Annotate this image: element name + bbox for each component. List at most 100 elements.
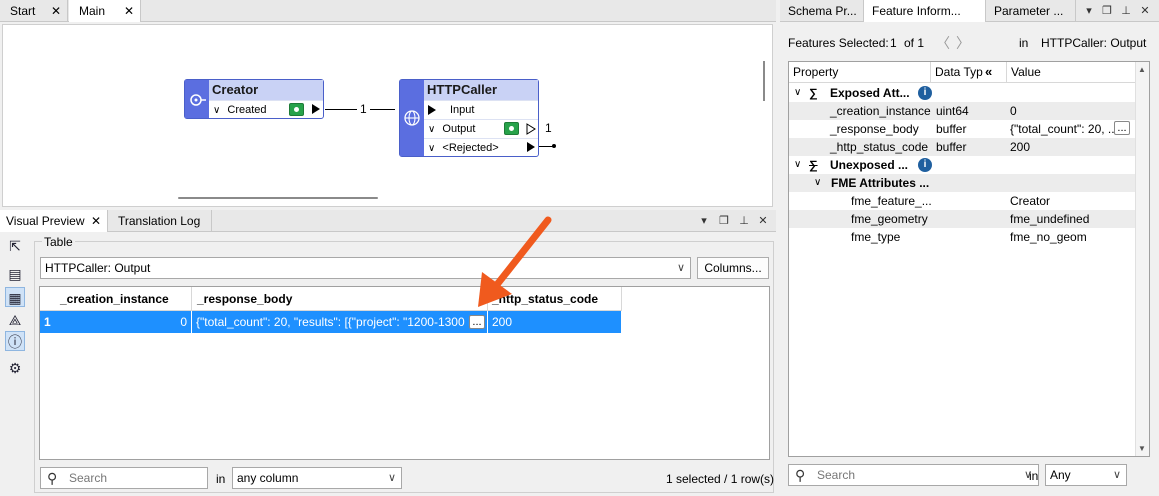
select-pointer-icon[interactable]: ⇱	[5, 235, 25, 255]
feature-filter-select[interactable]: Any ∨	[1045, 464, 1127, 486]
info-icon[interactable]: i	[918, 158, 932, 172]
columns-button[interactable]: Columns...	[697, 257, 769, 279]
eye-icon[interactable]	[289, 103, 304, 116]
tree-row-unexposed[interactable]: ∨ ∑ Unexposed ... i	[789, 156, 1135, 174]
canvas-vertical-scrollbar[interactable]	[763, 61, 765, 101]
tree-row-attribute[interactable]: _response_body buffer {"total_count": 20…	[789, 120, 1135, 138]
scroll-up-icon[interactable]: ▲	[1138, 65, 1146, 74]
tab-schema-preview[interactable]: Schema Pr...	[780, 0, 864, 22]
chevron-down-icon[interactable]: ▾	[1082, 3, 1096, 19]
chevron-down-icon[interactable]: ∨	[814, 174, 821, 192]
expand-value-button[interactable]: ...	[1114, 121, 1130, 135]
feature-search-input[interactable]: ⚲ Search ∨	[788, 464, 1039, 486]
annotation-arrow-icon	[478, 216, 552, 307]
preview-tabbar: Visual Preview ✕ Translation Log ▾ ❐ ⊥ ✕	[0, 210, 776, 232]
tree-row-attribute[interactable]: fme_type fme_no_geom	[789, 228, 1135, 246]
canvas-horizontal-scrollbar[interactable]	[178, 197, 378, 199]
pin-icon[interactable]: ⊥	[1119, 3, 1133, 19]
close-icon[interactable]: ✕	[756, 213, 770, 229]
pin-icon[interactable]: ⊥	[737, 213, 751, 229]
tree-row-value: {"total_count": 20, ...	[1010, 122, 1114, 136]
table-view-icon[interactable]: ▦	[5, 287, 25, 307]
port-label: Created	[227, 104, 267, 116]
column-header[interactable]: _creation_instance	[40, 287, 192, 311]
expand-value-button[interactable]: ...	[469, 315, 485, 329]
workspace-canvas[interactable]: Creator ∨ Created 1 HTTPCaller Input ∨ O…	[2, 24, 773, 207]
tree-row-attribute[interactable]: fme_geometry fme_undefined	[789, 210, 1135, 228]
close-icon[interactable]: ✕	[91, 210, 101, 232]
next-feature-icon[interactable]: 〉	[956, 33, 970, 53]
cell-creation-instance[interactable]: 0	[56, 311, 192, 333]
column-filter-value: any column	[237, 471, 299, 485]
tree-row-label: fme_geometry	[851, 212, 928, 226]
tab-parameter-editor[interactable]: Parameter ...	[986, 0, 1076, 22]
tree-vertical-scrollbar[interactable]: ▲ ▼	[1135, 62, 1149, 456]
tab-main[interactable]: Main ✕	[69, 0, 141, 22]
search-icon: ⚲	[47, 470, 58, 486]
tab-visual-preview[interactable]: Visual Preview ✕	[0, 210, 108, 232]
tab-start[interactable]: Start ✕	[0, 0, 68, 22]
created-port[interactable]: ∨ Created	[209, 100, 323, 119]
rejected-connection-line[interactable]	[539, 146, 553, 147]
feature-info-icon[interactable]: ⓘ	[5, 331, 25, 351]
httpcaller-transformer[interactable]: HTTPCaller Input ∨ Output ∨ <Rejected>	[399, 79, 539, 157]
creator-transformer[interactable]: Creator ∨ Created	[184, 79, 324, 119]
output-port[interactable]: ∨ Output	[424, 119, 538, 138]
chevron-down-icon[interactable]: ∨	[213, 105, 220, 116]
scroll-down-icon[interactable]: ▼	[1138, 444, 1146, 453]
data-type-header[interactable]: Data Typ	[931, 62, 1007, 83]
tree-row-attribute[interactable]: _http_status_code buffer 200	[789, 138, 1135, 156]
value-header[interactable]: Value	[1007, 62, 1135, 83]
column-filter-select[interactable]: any column ∨	[232, 467, 402, 489]
property-header[interactable]: Property	[789, 62, 931, 83]
feature-property-tree[interactable]: Property Data Typ « Value ∨ ∑ Exposed At…	[788, 61, 1150, 457]
output-port-arrow-icon[interactable]	[312, 104, 320, 114]
settings-icon[interactable]: ⚙	[5, 357, 25, 377]
eye-icon[interactable]	[504, 122, 519, 135]
chevron-down-icon[interactable]: ∨	[794, 156, 801, 174]
info-icon[interactable]: i	[918, 86, 932, 100]
output-port-hollow-arrow-icon[interactable]	[526, 123, 536, 135]
input-port[interactable]: Input	[424, 100, 538, 119]
rejected-port[interactable]: ∨ <Rejected>	[424, 138, 538, 157]
cell-response-body[interactable]: {"total_count": 20, "results": [{"projec…	[192, 311, 488, 333]
feature-filter-value: Any	[1050, 468, 1071, 482]
tree-row-label: fme_type	[851, 230, 901, 244]
collapse-columns-icon[interactable]: «	[985, 64, 992, 79]
sigma-icon: ∑	[809, 86, 818, 100]
chevron-down-icon[interactable]: ∨	[794, 84, 801, 102]
connection-dot-icon	[552, 144, 556, 148]
input-port-arrow-icon[interactable]	[428, 105, 436, 115]
table-search-input[interactable]: ⚲ Search	[40, 467, 208, 489]
restore-icon[interactable]: ❐	[1100, 3, 1114, 19]
tab-feature-information[interactable]: Feature Inform...	[864, 0, 986, 22]
cell-http-status-code[interactable]: 200	[488, 311, 622, 333]
close-icon[interactable]: ✕	[51, 0, 61, 22]
tab-label: Parameter ...	[994, 4, 1064, 18]
row-number[interactable]: 1	[40, 311, 56, 333]
column-header-label: _creation_instance	[60, 292, 169, 306]
tree-row-value: fme_no_geom	[1010, 230, 1087, 244]
tree-row-fme-attributes[interactable]: ∨ FME Attributes ...	[789, 174, 1135, 192]
httpcaller-side	[400, 80, 424, 156]
tree-row-attribute[interactable]: fme_feature_... Creator	[789, 192, 1135, 210]
tree-row-attribute[interactable]: _creation_instance uint64 0	[789, 102, 1135, 120]
tab-label: Feature Inform...	[872, 4, 961, 18]
graphics-view-icon[interactable]: ⟁	[5, 309, 25, 329]
tree-row-label: Exposed Att...	[830, 86, 910, 100]
rejected-port-arrow-icon[interactable]	[527, 142, 535, 152]
close-icon[interactable]: ✕	[1138, 3, 1152, 19]
data-table[interactable]: _creation_instance _response_body _http_…	[39, 286, 770, 460]
column-header[interactable]: _response_body	[192, 287, 488, 311]
source-select[interactable]: HTTPCaller: Output ∨	[40, 257, 691, 279]
chevron-down-icon[interactable]: ▾	[697, 213, 711, 229]
tab-label: Visual Preview	[6, 214, 85, 228]
previous-feature-icon[interactable]: 〈	[936, 33, 950, 53]
chevron-down-icon[interactable]: ∨	[428, 124, 435, 135]
close-icon[interactable]: ✕	[124, 0, 134, 22]
restore-icon[interactable]: ❐	[717, 213, 731, 229]
display-control-icon[interactable]: ▤	[5, 263, 25, 283]
tab-translation-log[interactable]: Translation Log	[108, 210, 212, 232]
chevron-down-icon[interactable]: ∨	[428, 143, 435, 154]
tree-row-exposed[interactable]: ∨ ∑ Exposed Att... i	[789, 84, 1135, 102]
